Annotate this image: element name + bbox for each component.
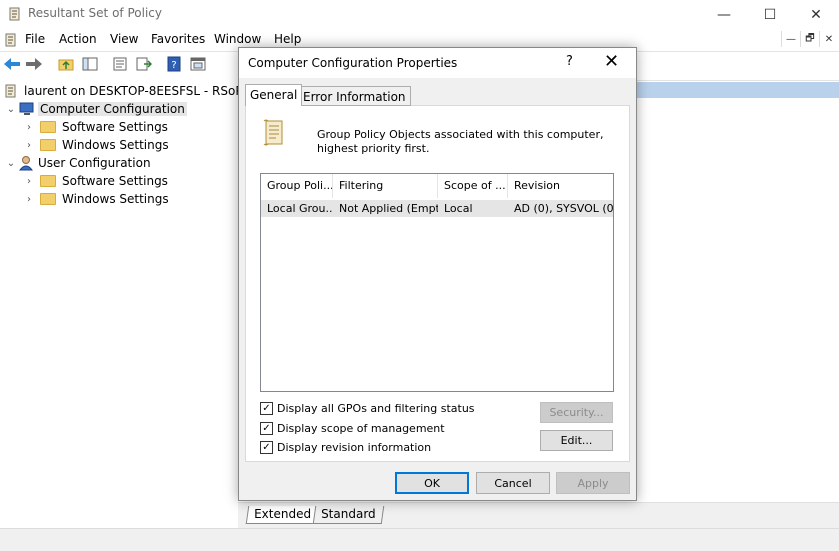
result-pane-header xyxy=(637,82,839,98)
menu-window[interactable]: Window xyxy=(214,32,261,46)
folder-icon xyxy=(40,193,56,205)
display-all-gpos-checkbox[interactable]: ✓ Display all GPOs and filtering status xyxy=(260,402,475,415)
menu-action[interactable]: Action xyxy=(59,32,97,46)
gpo-scroll-icon xyxy=(261,118,287,148)
checkbox-box[interactable]: ✓ xyxy=(260,402,273,415)
gpo-list[interactable]: Group Poli... Filtering Scope of ... Rev… xyxy=(260,173,614,392)
chevron-right-icon[interactable]: › xyxy=(22,176,36,187)
checkbox-box[interactable]: ✓ xyxy=(260,422,273,435)
properties-icon[interactable] xyxy=(111,55,129,73)
tree-item-label: Windows Settings xyxy=(62,138,169,152)
up-folder-icon[interactable] xyxy=(57,55,75,73)
column-header-group-policy[interactable]: Group Poli... xyxy=(261,174,333,198)
tree-item-label: Computer Configuration xyxy=(38,102,187,116)
dialog-close-button[interactable]: ✕ xyxy=(604,51,619,72)
tab-standard[interactable]: Standard xyxy=(312,506,384,524)
edit-button[interactable]: Edit... xyxy=(540,430,613,451)
tree-item-computer-configuration[interactable]: ⌄ Computer Configuration xyxy=(4,100,187,118)
checkbox-label: Display all GPOs and filtering status xyxy=(277,402,475,415)
show-hide-tree-icon[interactable] xyxy=(81,55,99,73)
menu-file[interactable]: File xyxy=(25,32,45,46)
tree-item-computer-windows-settings[interactable]: › Windows Settings xyxy=(22,136,169,154)
status-bar xyxy=(0,528,839,551)
dialog-help-button[interactable]: ? xyxy=(566,54,573,69)
tree-item-user-windows-settings[interactable]: › Windows Settings xyxy=(22,190,169,208)
mdi-minimize-button[interactable]: — xyxy=(781,31,800,47)
chevron-right-icon[interactable]: › xyxy=(22,194,36,205)
menu-favorites[interactable]: Favorites xyxy=(151,32,205,46)
tree-item-label: Windows Settings xyxy=(62,192,169,206)
export-list-icon[interactable] xyxy=(135,55,153,73)
column-header-filtering[interactable]: Filtering xyxy=(333,174,438,198)
chevron-down-icon[interactable]: ⌄ xyxy=(4,158,18,169)
mdi-document-icon[interactable] xyxy=(4,32,18,48)
tab-error-information[interactable]: Error Information xyxy=(298,86,411,106)
user-icon xyxy=(18,155,36,171)
apply-button[interactable]: Apply xyxy=(556,472,630,494)
ok-button[interactable]: OK xyxy=(395,472,469,494)
tree-item-user-configuration[interactable]: ⌄ User Configuration xyxy=(4,154,151,172)
chevron-right-icon[interactable]: › xyxy=(22,122,36,133)
tree-item-computer-software-settings[interactable]: › Software Settings xyxy=(22,118,168,136)
maximize-button[interactable]: ☐ xyxy=(747,0,793,29)
display-scope-checkbox[interactable]: ✓ Display scope of management xyxy=(260,422,445,435)
mdi-restore-button[interactable]: 🗗 xyxy=(800,31,819,47)
chevron-down-icon[interactable]: ⌄ xyxy=(4,104,18,115)
folder-icon xyxy=(40,139,56,151)
cell-gpo-name: Local Grou... xyxy=(267,202,333,215)
column-header-revision[interactable]: Revision xyxy=(508,174,613,198)
tab-general[interactable]: General xyxy=(245,84,303,106)
dialog-title: Computer Configuration Properties xyxy=(248,56,458,70)
console-view-icon[interactable] xyxy=(189,55,207,73)
cell-scope: Local xyxy=(444,202,473,215)
description-line-1: Group Policy Objects associated with thi… xyxy=(317,128,604,141)
console-tree: laurent on DESKTOP-8EESFSL - RSoP ⌄ Comp… xyxy=(0,80,243,550)
checkbox-box[interactable]: ✓ xyxy=(260,441,273,454)
help-book-icon[interactable]: ? xyxy=(165,55,183,73)
folder-icon xyxy=(40,121,56,133)
chevron-right-icon[interactable]: › xyxy=(22,140,36,151)
tree-item-label: User Configuration xyxy=(38,156,151,170)
display-revision-checkbox[interactable]: ✓ Display revision information xyxy=(260,441,431,454)
minimize-button[interactable]: — xyxy=(701,0,747,29)
cancel-button[interactable]: Cancel xyxy=(476,472,550,494)
forward-arrow-icon[interactable] xyxy=(25,55,43,73)
description-line-2: highest priority first. xyxy=(317,142,430,155)
cell-revision: AD (0), SYSVOL (0) xyxy=(514,202,613,215)
tree-item-label: Software Settings xyxy=(62,174,168,188)
tree-item-label: Software Settings xyxy=(62,120,168,134)
security-button[interactable]: Security... xyxy=(540,402,613,423)
tab-extended[interactable]: Extended xyxy=(245,506,320,524)
rsop-app-icon xyxy=(8,6,22,22)
checkbox-label: Display scope of management xyxy=(277,422,445,435)
folder-icon xyxy=(40,175,56,187)
properties-dialog: Computer Configuration Properties ? ✕ Ge… xyxy=(238,47,637,501)
rsop-node-icon xyxy=(4,83,20,99)
cell-filtering: Not Applied (Empty) xyxy=(339,202,438,215)
svg-text:?: ? xyxy=(171,60,176,71)
computer-icon xyxy=(18,101,36,117)
tree-root-label: laurent on DESKTOP-8EESFSL - RSoP xyxy=(24,84,243,98)
back-arrow-icon[interactable] xyxy=(3,55,21,73)
menu-view[interactable]: View xyxy=(110,32,138,46)
menu-help[interactable]: Help xyxy=(274,32,301,46)
checkbox-label: Display revision information xyxy=(277,441,432,454)
column-header-scope[interactable]: Scope of ... xyxy=(438,174,508,198)
close-button[interactable]: ✕ xyxy=(793,0,839,29)
mdi-close-button[interactable]: ✕ xyxy=(819,31,838,47)
tree-root[interactable]: laurent on DESKTOP-8EESFSL - RSoP xyxy=(4,82,243,100)
tree-item-user-software-settings[interactable]: › Software Settings xyxy=(22,172,168,190)
window-title: Resultant Set of Policy xyxy=(28,6,162,20)
